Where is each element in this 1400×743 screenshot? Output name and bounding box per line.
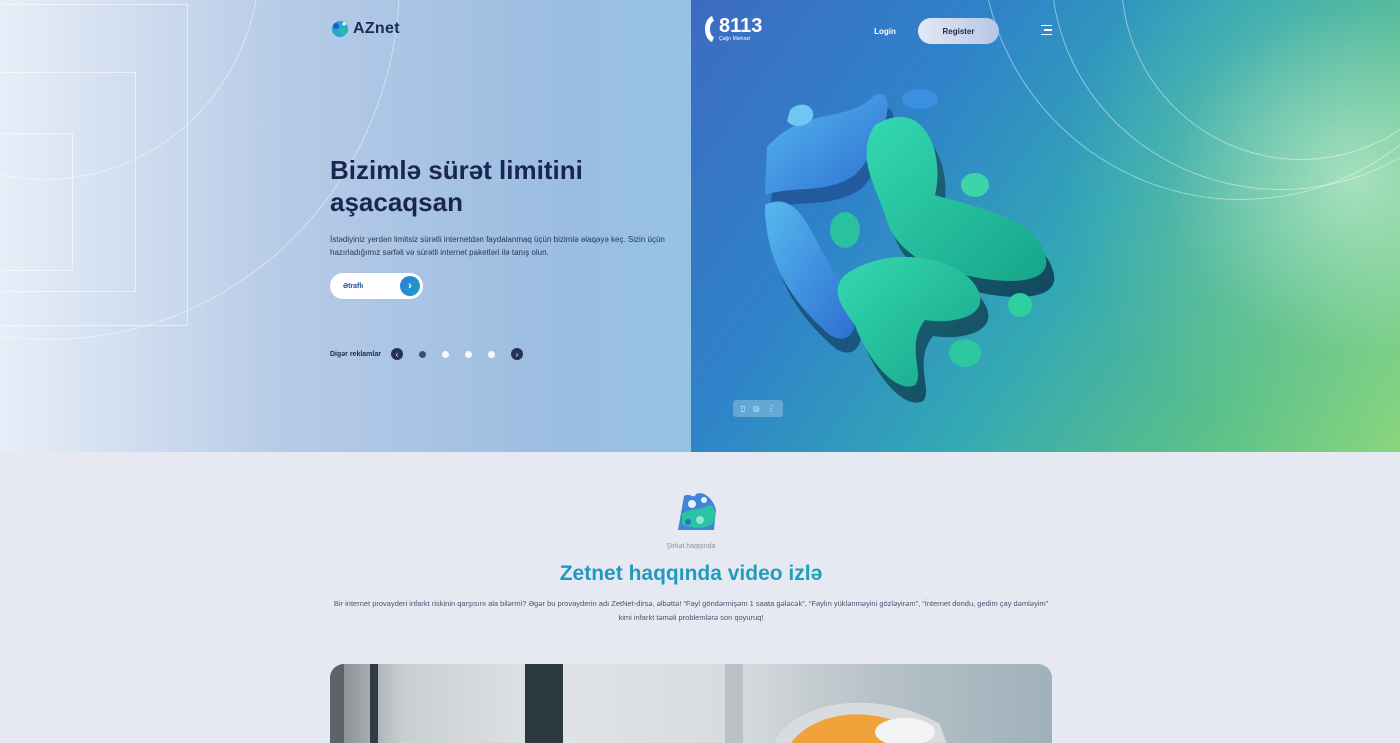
login-link[interactable]: Login [868, 23, 902, 39]
logo-icon [332, 21, 348, 37]
register-button[interactable]: Register [918, 18, 999, 44]
section-description: Bir internet provayderi infarkt riskinin… [333, 599, 1049, 622]
hero-title: Bizimlə sürət limitini aşacaqsan [330, 155, 583, 217]
slide-dot[interactable] [441, 350, 449, 358]
call-center[interactable]: 8113 Çağrı Mərkəzi [704, 15, 762, 43]
slide-dot[interactable] [464, 350, 472, 358]
arrow-right-icon: › [400, 276, 420, 296]
image-toolbar: ▯ ◎ ⋮ [733, 400, 783, 417]
bookmark-icon[interactable]: ▯ [741, 404, 745, 413]
hero-description: İstədiyiniz yerdən limitsiz sürətli inte… [330, 235, 665, 257]
other-ads-label: Digər reklamlar [330, 350, 381, 358]
company-video[interactable] [330, 664, 1052, 743]
slide-dot[interactable] [418, 350, 426, 358]
site-logo[interactable]: AZnet [330, 19, 400, 39]
hero-3d-blob-illustration [765, 89, 1055, 403]
arrow-right-icon[interactable]: › [510, 348, 523, 360]
menu-icon[interactable] [1041, 25, 1052, 36]
logo-text: AZnet [353, 20, 400, 37]
about-emblem-icon [678, 493, 716, 530]
phone-icon [705, 16, 714, 42]
more-vertical-icon[interactable]: ⋮ [767, 404, 775, 413]
slider-controls: Digər reklamlar ‹ › [330, 346, 523, 362]
arrow-left-icon[interactable]: ‹ [390, 348, 403, 360]
section-title: Zetnet haqqında video izlə [0, 562, 1382, 586]
more-button-label: Ətraflı [343, 282, 364, 290]
decor-frame [0, 4, 188, 326]
video-thumbnail [330, 664, 947, 743]
settings-icon[interactable]: ◎ [753, 404, 760, 413]
more-button[interactable]: Ətraflı › [330, 273, 423, 299]
phone-number: 8113 [719, 15, 763, 37]
slide-dot[interactable] [487, 350, 495, 358]
decor-ring [0, 0, 260, 180]
hero-section: ▯ ◎ ⋮ AZnet 8113 Çağrı Mərkəzi Login Reg… [0, 0, 1400, 452]
decor-frame [0, 72, 136, 292]
section-kicker: Şirkət haqqında [666, 543, 716, 550]
decor-frame [0, 133, 73, 271]
